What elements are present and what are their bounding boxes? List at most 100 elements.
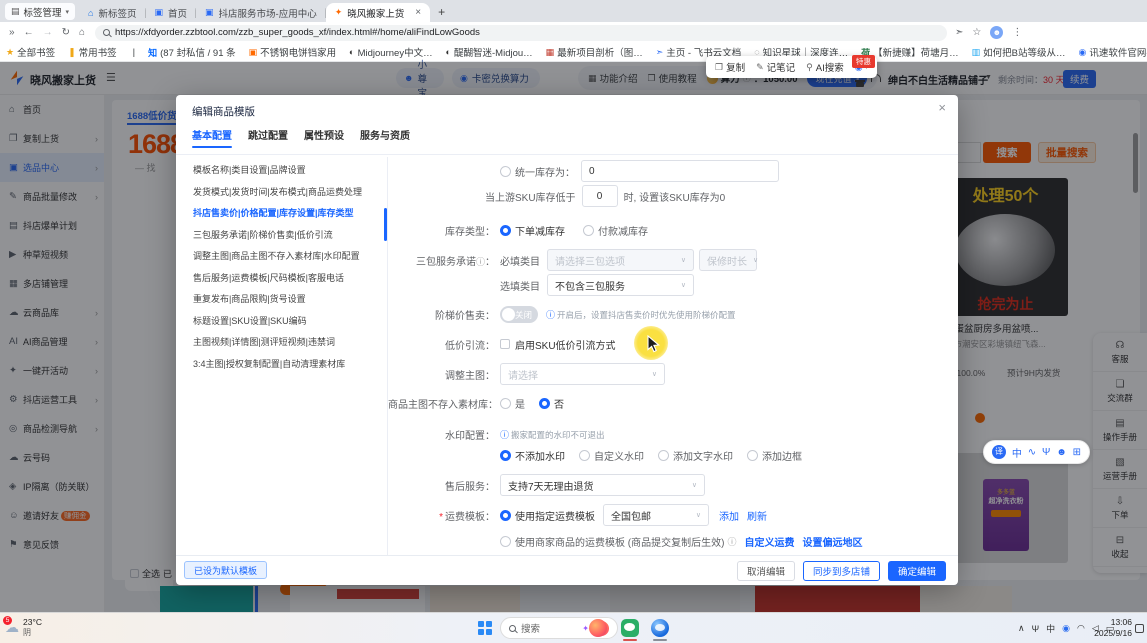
freight-add-link[interactable]: 添加 — [719, 508, 739, 523]
adjust-image-select[interactable]: 请选择 ∨ — [500, 363, 665, 385]
browser-tabs: ⌂ 新标签页 ▣ 首页 ▣ 抖店服务市场-应用中心 ✦ — [79, 3, 430, 22]
main-pic-no-radio[interactable] — [539, 398, 550, 409]
text-watermark-radio[interactable] — [658, 450, 669, 461]
home-icon[interactable]: ⌂ — [79, 27, 85, 38]
reload-icon[interactable]: ↻ — [62, 27, 70, 38]
clock-time: 13:06 — [1111, 617, 1132, 627]
main-pic-yes-radio[interactable] — [500, 398, 511, 409]
close-icon[interactable]: × — [938, 100, 946, 115]
modal-tab[interactable]: 服务与资质 — [360, 127, 410, 148]
low-price-checkbox[interactable] — [500, 339, 510, 349]
default-template-button[interactable]: 已设为默认模板 — [184, 561, 267, 579]
profile-avatar[interactable]: ☻ — [990, 26, 1003, 39]
translate-toolbar-icon[interactable]: ☻ — [1056, 447, 1067, 458]
modal-menu-item[interactable]: 模板名称|类目设置|品牌设置 — [193, 160, 387, 182]
unify-stock-input[interactable] — [581, 160, 779, 182]
translate-toolbar-icon[interactable]: 中 — [1012, 445, 1022, 460]
warranty-select[interactable]: 保修时长 ∨ — [699, 249, 757, 271]
order-reduce-radio[interactable] — [500, 225, 511, 236]
popup-toolbar-item[interactable]: ⚲ AI搜索 — [806, 60, 844, 74]
modal-menu-item[interactable]: 标题设置|SKU设置|SKU编码 — [193, 311, 387, 333]
translate-toolbar-icon[interactable]: 译 — [992, 445, 1006, 459]
tray-icon[interactable]: ∧ — [1018, 623, 1025, 634]
overflow-icon[interactable]: » — [9, 27, 15, 38]
unify-stock-radio[interactable] — [500, 166, 511, 177]
menu-scrollbar-thumb[interactable] — [384, 208, 387, 241]
bookmark-item[interactable]: ◐ 醍醐智迷-Midjou… — [446, 45, 533, 59]
bookmark-item[interactable]: ◉ 讯速软件官网-商… — [1078, 45, 1147, 59]
help-icon[interactable]: ⓘ — [727, 535, 736, 548]
popup-toolbar-item[interactable]: ✎ 记笔记 — [756, 60, 795, 74]
taskbar-app-notes[interactable] — [589, 619, 607, 637]
tab-manager-button[interactable]: ▤ 标签管理 ▾ — [5, 3, 75, 20]
browser-tab[interactable]: ▣ 抖店服务市场-应用中心 — [196, 3, 326, 22]
confirm-edit-button[interactable]: 确定编辑 — [888, 561, 946, 581]
custom-watermark-radio[interactable] — [579, 450, 590, 461]
modal-menu-item-label: 3:4主图|授权复制配置|自动清理素材库 — [193, 359, 345, 369]
modal-tab[interactable]: 跳过配置 — [248, 127, 288, 148]
bookmark-label: | — [133, 47, 135, 58]
cancel-edit-button[interactable]: 取消编辑 — [737, 561, 795, 581]
notification-center-icon[interactable] — [1135, 624, 1144, 633]
modal-menu-item[interactable]: 三包服务承诺|阶梯价售卖|低价引流 — [193, 225, 387, 247]
modal-tab[interactable]: 基本配置 — [192, 127, 232, 148]
low-stock-input[interactable] — [582, 185, 618, 207]
translate-toolbar-icon[interactable]: ∿ — [1028, 447, 1036, 458]
bookmark-item[interactable]: | — [130, 47, 135, 58]
bookmark-star-icon[interactable]: ☆ — [972, 27, 981, 38]
bookmark-item[interactable]: ★ 全部书签 — [6, 45, 55, 59]
translate-toolbar-icon[interactable]: Ψ — [1042, 447, 1050, 458]
taskbar-app-wechat[interactable] — [621, 619, 639, 637]
help-icon[interactable]: ⓘ — [476, 257, 485, 267]
bookmark-item[interactable]: ▣ 不锈钢电饼铛家用 — [249, 45, 337, 59]
back-icon[interactable]: ← — [24, 27, 34, 38]
browser-menu-icon[interactable]: ⋮ — [1012, 27, 1022, 38]
freight-refresh-link[interactable]: 刷新 — [747, 508, 767, 523]
bookmark-item[interactable]: ▦ 最新项目剖析（图… — [546, 45, 643, 59]
modal-tab[interactable]: 属性预设 — [304, 127, 344, 148]
popup-toolbar-item[interactable]: ❐ 复制 — [715, 60, 745, 74]
custom-freight-link[interactable]: 自定义运费 — [744, 534, 794, 549]
tray-icon[interactable]: Ψ — [1032, 624, 1040, 634]
new-tab-button[interactable]: + — [438, 5, 445, 19]
tray-icon[interactable]: 中 — [1046, 622, 1055, 635]
sync-stores-button[interactable]: 同步到多店铺 — [803, 561, 880, 581]
tray-icon[interactable]: ◉ — [1062, 623, 1070, 634]
freight-template-radio[interactable] — [500, 510, 511, 521]
remote-area-link[interactable]: 设置偏远地区 — [802, 534, 862, 549]
bookmark-item[interactable]: 知 (87 封私信 / 91 条 — [148, 45, 236, 59]
browser-tab[interactable]: ▣ 首页 — [146, 3, 197, 22]
modal-menu-item[interactable]: 发货模式|发货时间|发布模式|商品运费处理 — [193, 182, 387, 204]
modal-menu-item[interactable]: 售后服务|运费模板|尺码模板|客服电话 — [193, 268, 387, 290]
no-watermark-radio[interactable] — [500, 450, 511, 461]
merchant-freight-radio[interactable] — [500, 536, 511, 547]
modal-menu-item[interactable]: 调整主图|商品主图不存入素材库|水印配置 — [193, 246, 387, 268]
browser-address-bar: » ← → ↻ ⌂ https://xfdyorder.zzbtool.com/… — [0, 22, 1147, 43]
modal-menu-item[interactable]: 抖店售卖价|价格配置|库存设置|库存类型 — [193, 203, 387, 225]
browser-tab[interactable]: ✦ 晓风搬家上货 × — [326, 3, 430, 22]
bookmark-item[interactable]: ▥ 如何把B站等级从… — [972, 45, 1066, 59]
tab-close-icon[interactable]: × — [415, 7, 421, 18]
freight-template-select[interactable]: 全国包邮 ∨ — [603, 504, 709, 526]
url-box[interactable]: https://xfdyorder.zzbtool.com/zzb_super_… — [95, 25, 947, 41]
share-icon[interactable]: ➣ — [955, 27, 963, 38]
browser-tab[interactable]: ⌂ 新标签页 — [79, 3, 145, 22]
modal-menu-item[interactable]: 主图视频|详情图|测评短视频|违禁词 — [193, 332, 387, 354]
start-button[interactable] — [478, 621, 492, 635]
border-watermark-radio[interactable] — [747, 450, 758, 461]
url-text[interactable]: https://xfdyorder.zzbtool.com/zzb_super_… — [115, 27, 480, 38]
forward-icon[interactable]: → — [43, 27, 53, 38]
after-sale-select[interactable]: 支持7天无理由退货 ∨ — [500, 474, 705, 496]
modal-menu-item[interactable]: 重复发布|商品限购|货号设置 — [193, 289, 387, 311]
taskbar-app-browser[interactable] — [651, 619, 669, 637]
tray-icon[interactable]: ◠ — [1077, 623, 1085, 634]
optional-three-pack-select[interactable]: 不包含三包服务 ∨ — [547, 274, 694, 296]
modal-menu-item[interactable]: 3:4主图|授权复制配置|自动清理素材库 — [193, 354, 387, 376]
translate-toolbar-icon[interactable]: ⊞ — [1073, 447, 1081, 458]
taskbar-weather[interactable]: ☁ 5 23°C 阴 — [5, 617, 42, 638]
bookmark-item[interactable]: ❚ 常用书签 — [68, 45, 117, 59]
taskbar-clock[interactable]: 13:06 2025/9/16 — [1094, 617, 1132, 639]
three-pack-select[interactable]: 请选择三包选项 ∨ — [547, 249, 694, 271]
tier-price-toggle[interactable]: 关闭 — [500, 306, 538, 323]
pay-reduce-radio[interactable] — [583, 225, 594, 236]
